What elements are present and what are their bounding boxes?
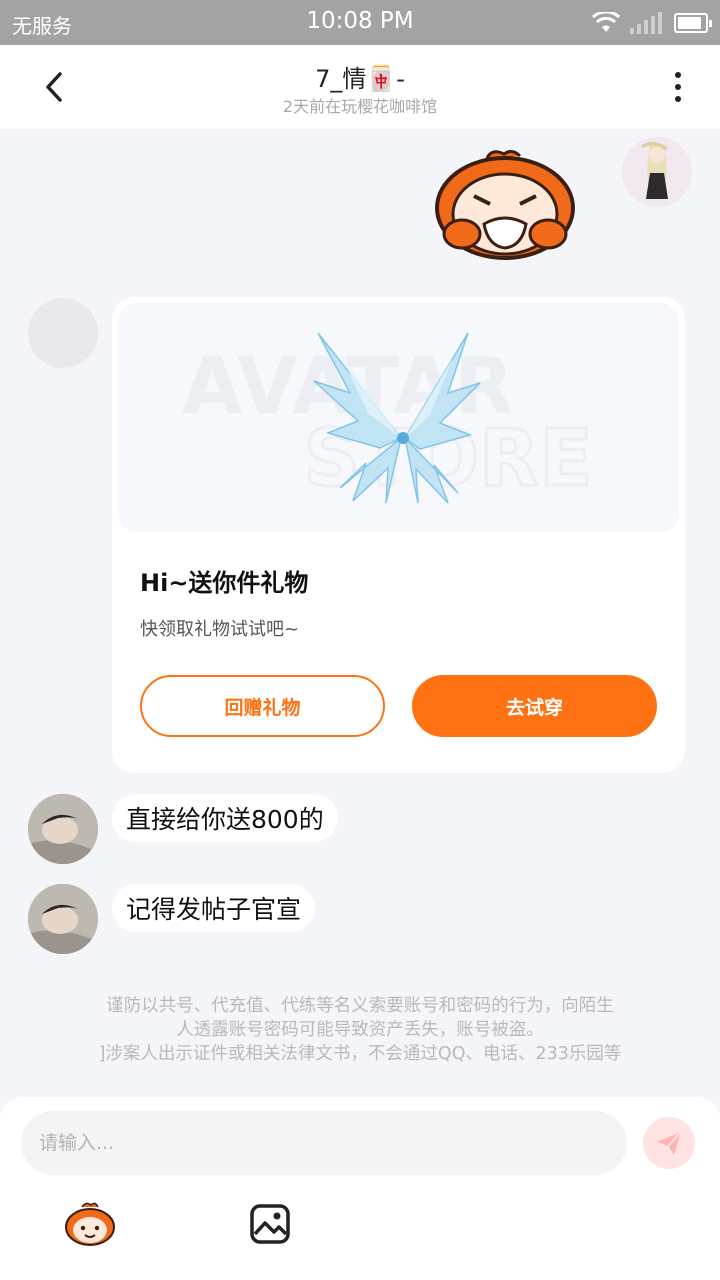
emoji-sticker-icon [65, 1202, 115, 1246]
chat-header: 7_情🀄- 2天前在玩樱花咖啡馆 [0, 45, 720, 129]
chat-subtitle: 2天前在玩樱花咖啡馆 [282, 97, 438, 116]
warning-line: 谨防以共号、代充值、代练等名义索要账号和密码的行为，向陌生 [106, 996, 614, 1016]
crying-sticker[interactable] [432, 148, 578, 264]
emoji-button[interactable] [64, 1201, 116, 1247]
sender-avatar[interactable] [28, 794, 98, 864]
status-bar: 无服务 10:08 PM [0, 0, 720, 45]
system-icons [592, 9, 712, 37]
try-on-button[interactable]: 去试穿 [412, 675, 657, 737]
more-button[interactable] [654, 63, 702, 111]
message-bubble[interactable]: 记得发帖子官宣 [112, 884, 316, 932]
send-icon [657, 1131, 682, 1155]
more-vertical-icon [675, 72, 681, 78]
message-bubble[interactable]: 直接给你送800的 [112, 794, 338, 842]
chat-title: 7_情🀄- [315, 65, 405, 93]
return-gift-button[interactable]: 回赠礼物 [140, 675, 385, 737]
gift-card: AVATAR STORE Hi~送你件礼物 快领取礼物试试吧~ 回赠礼物 去试穿 [112, 297, 685, 773]
image-button[interactable] [249, 1203, 291, 1245]
wifi-icon [592, 12, 620, 32]
gift-description: 快领取礼物试试吧~ [140, 619, 300, 640]
warning-line: 人透露账号密码可能导致资产丢失，账号被盗。 [176, 1020, 544, 1040]
gift-image[interactable]: AVATAR STORE [118, 303, 679, 532]
send-button[interactable] [643, 1117, 695, 1169]
warning-line: ]涉案人出示证件或相关法律文书，不会通过QQ、电话、233乐园等 [98, 1044, 622, 1064]
input-bar [0, 1097, 720, 1280]
battery-icon [674, 13, 712, 33]
image-icon [250, 1204, 290, 1244]
gift-sender-avatar[interactable] [28, 298, 98, 368]
signal-icon [630, 12, 662, 34]
avatar-image [28, 884, 98, 954]
message-text: 直接给你送800的 [126, 805, 324, 834]
my-avatar[interactable] [622, 137, 692, 207]
avatar-image [28, 794, 98, 864]
safety-warning: 谨防以共号、代充值、代练等名义索要账号和密码的行为，向陌生 人透露账号密码可能导… [40, 994, 680, 1070]
gift-title: Hi~送你件礼物 [140, 569, 309, 597]
crying-face-sticker-icon [435, 149, 575, 260]
avatar-image [622, 137, 692, 207]
message-text: 记得发帖子官宣 [126, 895, 302, 924]
sender-avatar[interactable] [28, 884, 98, 954]
message-input[interactable] [21, 1111, 627, 1175]
wings-image: AVATAR STORE [182, 332, 594, 506]
